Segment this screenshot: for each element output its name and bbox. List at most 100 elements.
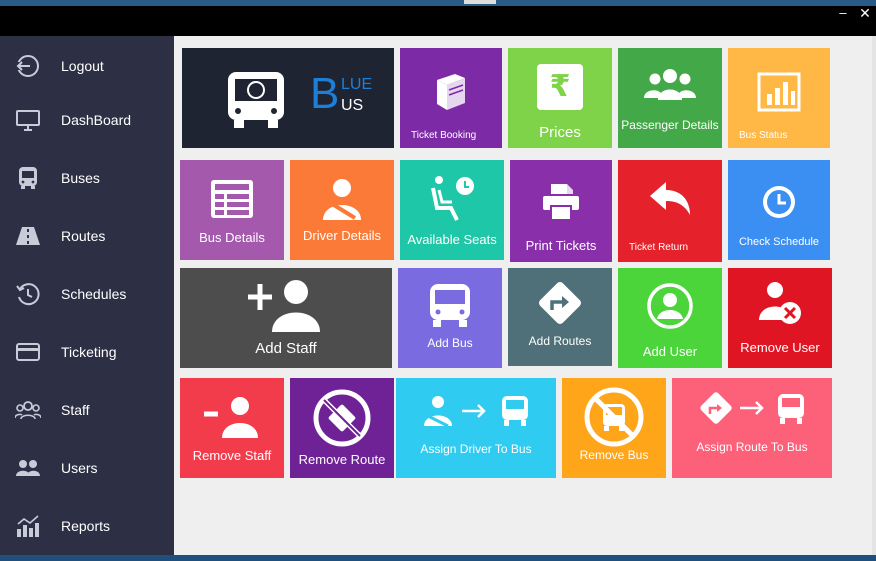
bus-logo-icon (226, 70, 286, 135)
tile-label: Available Seats (407, 232, 497, 247)
sidebar-item-staff[interactable]: Staff (0, 382, 174, 438)
bar-chart-icon (728, 72, 830, 112)
tile-label: Driver Details (302, 228, 381, 243)
check-schedule-tile[interactable]: Check Schedule (728, 160, 830, 260)
minimize-button[interactable]: – (832, 6, 854, 24)
sidebar-item-dashboard[interactable]: DashBoard (0, 92, 174, 148)
tile-label: Ticket Return (629, 242, 689, 253)
sidebar-item-buses[interactable]: Buses (0, 150, 174, 206)
passenger-details-tile[interactable]: Passenger Details (618, 48, 722, 148)
sidebar-item-users[interactable]: Users (0, 440, 174, 496)
chart-icon (14, 512, 42, 540)
driver-details-tile[interactable]: Driver Details (290, 160, 394, 260)
sidebar-item-label: Schedules (61, 286, 127, 302)
app-window: – ✕ Logout DashBoard Buses Routes Schedu… (0, 0, 876, 555)
printer-icon (510, 184, 612, 220)
sidebar-item-label: Buses (61, 170, 100, 186)
assign-driver-to-bus-tile[interactable]: Assign Driver To Bus (396, 378, 556, 478)
title-notch (464, 0, 496, 4)
users-icon (14, 454, 42, 482)
sidebar-item-label: Ticketing (61, 344, 117, 360)
monitor-icon (14, 106, 42, 134)
no-route-icon (290, 388, 394, 448)
add-bus-tile[interactable]: Add Bus (398, 268, 502, 368)
table-icon (180, 178, 284, 220)
bus-status-tile[interactable]: Bus Status (728, 48, 830, 148)
remove-user-tile[interactable]: Remove User (728, 268, 832, 368)
ticket-return-tile[interactable]: Ticket Return (618, 160, 722, 262)
remove-bus-tile[interactable]: Remove Bus (562, 378, 666, 478)
logo-line2: US (341, 97, 364, 114)
sidebar-item-schedules[interactable]: Schedules (0, 266, 174, 322)
dashboard-panel: B LUE US Ticket Booking ₹ Prices Passeng… (174, 36, 876, 555)
bus-front-icon (398, 282, 502, 328)
tile-label: Bus Details (199, 230, 265, 245)
driver-icon (290, 176, 394, 222)
tile-label: Passenger Details (621, 118, 719, 132)
book-icon (400, 70, 502, 114)
tile-label: Assign Route To Bus (696, 440, 808, 454)
add-user-tile[interactable]: Add User (618, 268, 722, 368)
tile-label: Add User (642, 344, 698, 359)
road-icon (14, 222, 42, 250)
tile-label: Remove User (740, 340, 820, 355)
rupee-icon: ₹ (508, 64, 612, 110)
remove-route-tile[interactable]: Remove Route (290, 378, 394, 478)
route-sign-icon (508, 278, 612, 328)
tile-label: Assign Driver To Bus (420, 442, 532, 456)
remove-user-icon (728, 280, 832, 326)
bus-icon (14, 164, 42, 192)
clock-icon (728, 184, 830, 220)
tile-label: Print Tickets (525, 238, 597, 253)
group-icon (14, 396, 42, 424)
add-routes-tile[interactable]: Add Routes (508, 268, 612, 366)
tile-label: Check Schedule (738, 236, 820, 248)
close-button[interactable]: ✕ (854, 6, 876, 24)
sidebar-item-label: Routes (61, 228, 106, 244)
assign-route-to-bus-tile[interactable]: Assign Route To Bus (672, 378, 832, 478)
add-person-icon (180, 278, 392, 334)
sidebar-item-logout[interactable]: Logout (0, 38, 174, 94)
scroll-edge (872, 36, 876, 555)
return-arrow-icon (618, 180, 722, 220)
logo-letter: B (310, 69, 340, 118)
sidebar-item-reports[interactable]: Reports (0, 498, 174, 554)
print-tickets-tile[interactable]: Print Tickets (510, 160, 612, 262)
bus-details-tile[interactable]: Bus Details (180, 160, 284, 260)
tile-label: Add Staff (255, 340, 317, 357)
sidebar-item-routes[interactable]: Routes (0, 208, 174, 264)
sidebar: Logout DashBoard Buses Routes Schedules (0, 36, 174, 555)
tile-label: Prices (539, 124, 581, 141)
tile-label: Remove Route (298, 452, 386, 467)
sidebar-item-label: Reports (61, 518, 111, 534)
sidebar-item-label: DashBoard (61, 112, 132, 128)
logo-line1: LUE (341, 76, 373, 93)
tile-label: Remove Staff (192, 448, 272, 463)
logout-icon (14, 52, 42, 80)
remove-person-icon (180, 396, 284, 440)
taskbar-edge (0, 555, 876, 561)
tile-label: Bus Status (739, 130, 788, 141)
driver-to-bus-icon (396, 394, 556, 428)
sidebar-item-label: Logout (61, 58, 104, 74)
prices-tile[interactable]: ₹ Prices (508, 48, 612, 148)
tile-label: Add Routes (528, 334, 592, 348)
card-icon (14, 338, 42, 366)
remove-staff-tile[interactable]: Remove Staff (180, 378, 284, 478)
history-icon (14, 280, 42, 308)
add-staff-tile[interactable]: Add Staff (180, 268, 392, 368)
sidebar-item-ticketing[interactable]: Ticketing (0, 324, 174, 380)
user-circle-icon (618, 282, 722, 330)
available-seats-tile[interactable]: Available Seats (400, 160, 504, 260)
tile-label: Add Bus (427, 336, 473, 350)
logo-tile: B LUE US (182, 48, 394, 148)
sidebar-item-label: Staff (61, 402, 90, 418)
passengers-icon (618, 68, 722, 104)
ticket-booking-tile[interactable]: Ticket Booking (400, 48, 502, 148)
title-bar: – ✕ (0, 0, 876, 36)
tile-label: Ticket Booking (411, 130, 477, 141)
tile-label: Remove Bus (579, 448, 649, 462)
rupee-glyph: ₹ (537, 64, 583, 110)
route-to-bus-icon (672, 392, 832, 426)
seat-clock-icon (400, 174, 504, 224)
